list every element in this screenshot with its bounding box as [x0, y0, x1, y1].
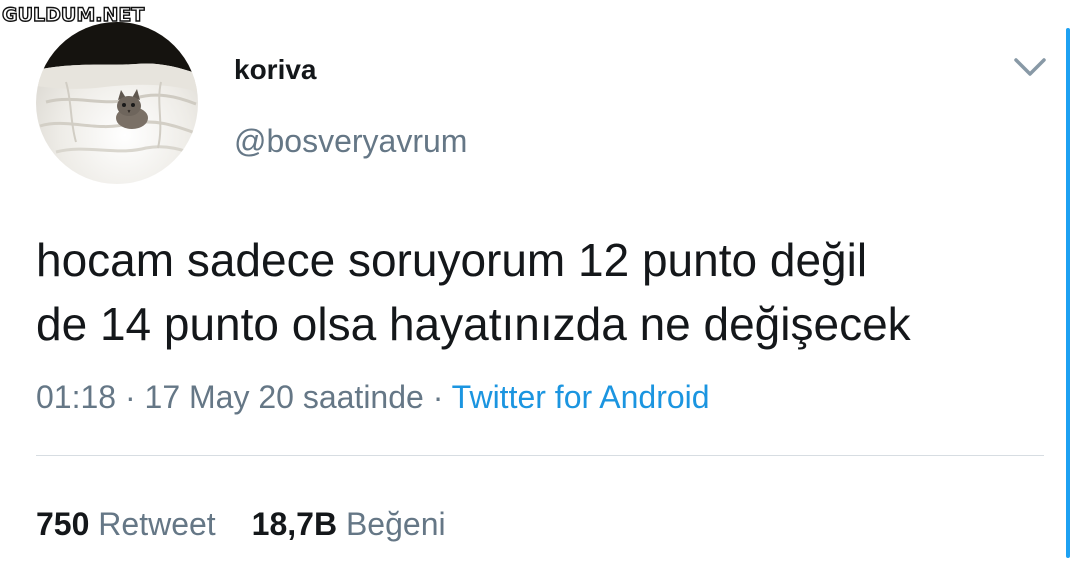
avatar-photo: [36, 22, 198, 158]
tweet-text-line: de 14 punto olsa hayatınızda ne değişece…: [36, 298, 911, 350]
display-name[interactable]: koriva: [234, 53, 317, 87]
tweet-source-link[interactable]: Twitter for Android: [452, 379, 710, 415]
like-count: 18,7B: [251, 506, 338, 542]
like-label: Beğeni: [345, 506, 446, 542]
tweet-time[interactable]: 01:18: [36, 379, 116, 415]
tweet-text-line: hocam sadece soruyorum 12 punto değil: [36, 234, 868, 286]
like-stat[interactable]: 18,7B Beğeni: [252, 504, 446, 544]
retweet-stat[interactable]: 750 Retweet: [36, 504, 216, 544]
tweet-date[interactable]: 17 May 20 saatinde: [145, 379, 424, 415]
scrollbar[interactable]: [1066, 28, 1070, 558]
meta-separator: ·: [124, 379, 136, 415]
retweet-label: Retweet: [98, 506, 216, 542]
avatar[interactable]: [36, 22, 198, 184]
engagement-stats: 750 Retweet 18,7B Beğeni: [36, 504, 446, 544]
chevron-down-icon[interactable]: [1010, 52, 1050, 82]
user-handle[interactable]: @bosveryavrum: [234, 122, 467, 160]
tweet-text: hocam sadece soruyorum 12 punto değil de…: [36, 228, 1046, 356]
retweet-count: 750: [36, 506, 90, 542]
divider: [36, 455, 1044, 456]
meta-separator: ·: [432, 379, 444, 415]
tweet-metadata: 01:18 · 17 May 20 saatinde · Twitter for…: [36, 377, 710, 417]
